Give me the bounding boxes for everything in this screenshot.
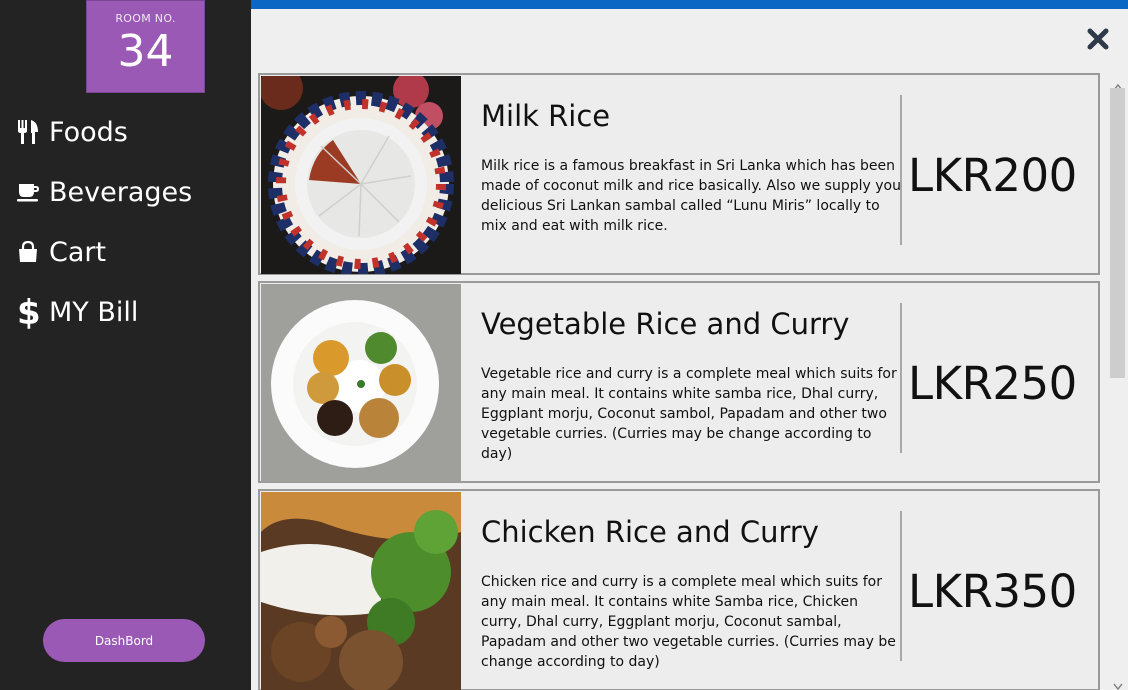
dashboard-button[interactable]: DashBord: [43, 619, 205, 662]
menu-item-card[interactable]: Chicken Rice and Curry Chicken rice and …: [258, 489, 1100, 690]
menu-item-description: Vegetable rice and curry is a complete m…: [481, 366, 897, 462]
chicken-rice-photo: [261, 492, 461, 690]
nav-item-cart[interactable]: Cart: [17, 232, 106, 272]
sidebar: ROOM NO. 34 Foods Beverages Cart $ MY Bi…: [0, 0, 251, 690]
nav-label-cart: Cart: [49, 236, 107, 268]
room-label: ROOM NO.: [115, 12, 176, 25]
nav-label-bill: MY Bill: [49, 296, 139, 328]
utensils-icon: [17, 119, 45, 145]
nav-label-beverages: Beverages: [49, 176, 193, 208]
close-icon[interactable]: [1084, 25, 1112, 53]
divider: [900, 511, 902, 661]
main-panel: Milk Rice Milk rice is a famous breakfas…: [251, 0, 1128, 690]
shopping-bag-icon: [17, 241, 45, 263]
divider: [900, 95, 902, 245]
scroll-up-arrow-icon[interactable]: [1113, 76, 1123, 91]
menu-item-card[interactable]: Vegetable Rice and Curry Vegetable rice …: [258, 281, 1100, 483]
menu-item-title: Milk Rice: [481, 99, 611, 133]
menu-item-price: LKR200: [908, 149, 1077, 202]
room-number: 34: [117, 26, 174, 77]
nav-item-foods[interactable]: Foods: [17, 112, 128, 152]
menu-item-card[interactable]: Milk Rice Milk rice is a famous breakfas…: [258, 73, 1100, 275]
menu-item-description: Milk rice is a famous breakfast in Sri L…: [481, 158, 901, 234]
coffee-cup-icon: [17, 181, 45, 203]
menu-item-title: Chicken Rice and Curry: [481, 515, 819, 549]
milk-rice-photo: [261, 76, 461, 274]
menu-item-price: LKR350: [908, 565, 1077, 618]
menu-item-description: Chicken rice and curry is a complete mea…: [481, 574, 896, 670]
scrollbar-thumb[interactable]: [1110, 88, 1125, 378]
menu-item-price: LKR250: [908, 357, 1077, 410]
menu-item-title: Vegetable Rice and Curry: [481, 307, 850, 341]
app-window: ROOM NO. 34 Foods Beverages Cart $ MY Bi…: [0, 0, 1128, 690]
nav-item-beverages[interactable]: Beverages: [17, 172, 192, 212]
dollar-icon: $: [17, 294, 45, 330]
vegetable-rice-photo: [261, 284, 461, 482]
room-number-box: ROOM NO. 34: [86, 0, 205, 93]
nav-item-bill[interactable]: $ MY Bill: [17, 292, 138, 332]
svg-text:$: $: [17, 294, 39, 330]
nav-label-foods: Foods: [49, 116, 128, 148]
top-accent-bar: [251, 0, 1128, 9]
divider: [900, 303, 902, 453]
menu-list: Milk Rice Milk rice is a famous breakfas…: [258, 73, 1102, 690]
scroll-down-arrow-icon[interactable]: [1113, 676, 1123, 690]
